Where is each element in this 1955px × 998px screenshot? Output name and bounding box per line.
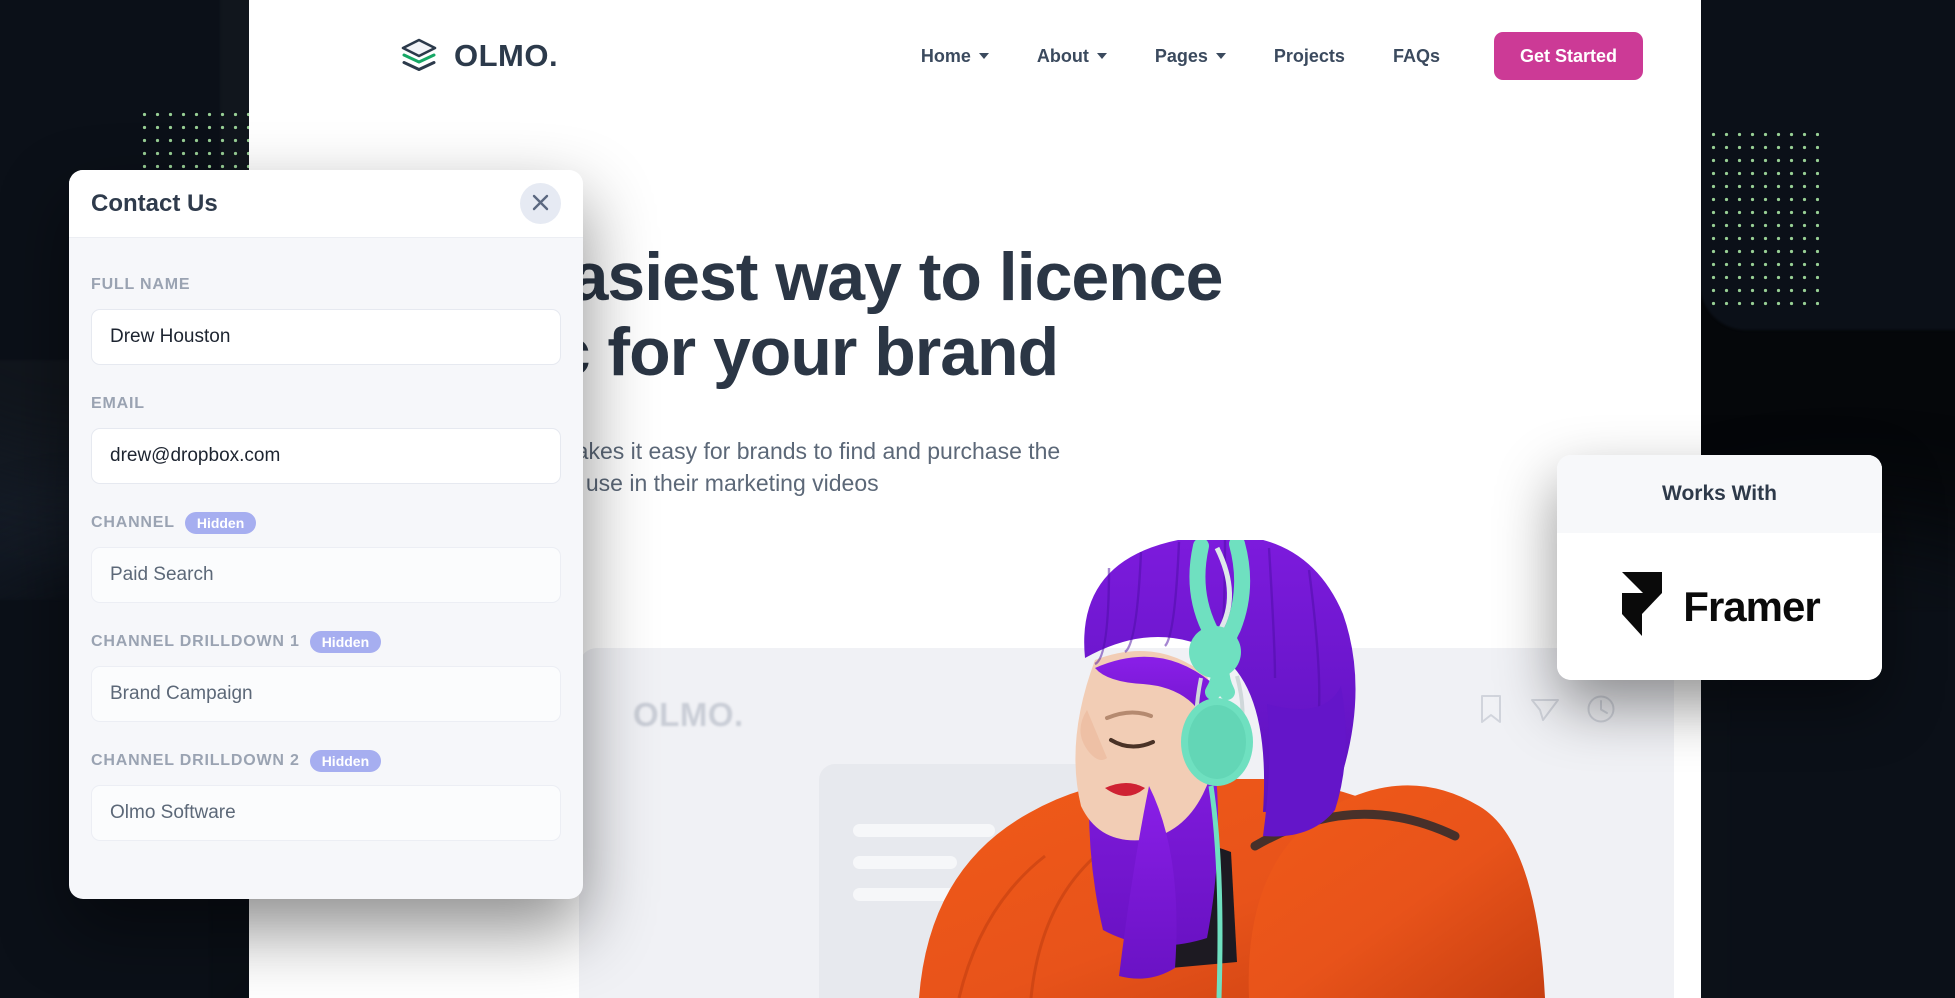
hero-photo (849, 540, 1549, 998)
field-email-label-row: EMAIL (91, 391, 561, 417)
field-channel-drilldown-1-label: CHANNEL DRILLDOWN 1 (91, 633, 300, 650)
hidden-badge: Hidden (309, 750, 382, 772)
field-full-name-label: FULL NAME (91, 276, 191, 293)
nav-item-about[interactable]: About (1013, 46, 1131, 67)
field-channel-drilldown-2-label: CHANNEL DRILLDOWN 2 (91, 752, 300, 769)
channel-drilldown-1-input[interactable] (91, 666, 561, 722)
email-input[interactable] (91, 428, 561, 484)
full-name-input[interactable] (91, 309, 561, 365)
works-with-title: Works With (1557, 455, 1882, 533)
modal-body: FULL NAME EMAIL CHANNEL Hidden CHA (69, 238, 583, 887)
nav-item-home[interactable]: Home (897, 46, 1013, 67)
field-email: EMAIL (91, 391, 561, 484)
brand-logo[interactable]: OLMO. (398, 35, 558, 77)
dot-pattern-right (1707, 128, 1819, 308)
nav-item-projects-label: Projects (1273, 45, 1345, 66)
nav-item-home-label: Home (920, 45, 971, 66)
works-with-partner[interactable]: Framer (1557, 533, 1882, 680)
modal-header: Contact Us (69, 170, 583, 238)
framer-wordmark: Framer (1683, 582, 1820, 630)
close-icon (531, 193, 550, 215)
field-full-name-label-row: FULL NAME (91, 272, 561, 298)
modal-title: Contact Us (91, 189, 218, 217)
framer-logo-icon (1619, 571, 1665, 642)
screenshot-root: OLMO. Home About Pages Projects FAQs Get… (0, 0, 1955, 998)
chevron-down-icon (1215, 53, 1226, 59)
channel-input[interactable] (91, 547, 561, 603)
nav-item-faqs[interactable]: FAQs (1369, 46, 1464, 67)
nav-item-faqs-label: FAQs (1392, 45, 1440, 66)
nav-item-about-label: About (1036, 45, 1089, 66)
field-channel: CHANNEL Hidden (91, 510, 561, 603)
close-modal-button[interactable] (520, 183, 561, 224)
field-full-name: FULL NAME (91, 272, 561, 365)
field-email-label: EMAIL (91, 395, 145, 412)
chevron-down-icon (978, 53, 989, 59)
field-channel-drilldown-2-label-row: CHANNEL DRILLDOWN 2 Hidden (91, 748, 561, 774)
works-with-card: Works With Framer (1557, 455, 1882, 680)
channel-drilldown-2-input[interactable] (91, 785, 561, 841)
field-channel-label: CHANNEL (91, 514, 175, 531)
nav-item-pages[interactable]: Pages (1131, 46, 1250, 67)
field-channel-drilldown-2: CHANNEL DRILLDOWN 2 Hidden (91, 748, 561, 841)
field-channel-label-row: CHANNEL Hidden (91, 510, 561, 536)
clock-icon[interactable] (1586, 694, 1616, 724)
background-card-logo: OLMO. (633, 696, 744, 733)
nav-links: Home About Pages Projects FAQs Get Start… (897, 32, 1643, 80)
brand-name: OLMO. (454, 38, 559, 73)
nav-item-pages-label: Pages (1154, 45, 1208, 66)
layers-stack-icon (398, 35, 440, 77)
field-channel-drilldown-1-label-row: CHANNEL DRILLDOWN 1 Hidden (91, 629, 561, 655)
get-started-button[interactable]: Get Started (1493, 32, 1643, 80)
hidden-badge: Hidden (184, 512, 257, 534)
top-navigation-bar: OLMO. Home About Pages Projects FAQs Get… (249, 0, 1701, 112)
chevron-down-icon (1096, 53, 1107, 59)
field-channel-drilldown-1: CHANNEL DRILLDOWN 1 Hidden (91, 629, 561, 722)
contact-us-modal: Contact Us FULL NAME EMAIL (69, 170, 583, 899)
hidden-badge: Hidden (309, 631, 382, 653)
nav-item-projects[interactable]: Projects (1250, 46, 1369, 67)
